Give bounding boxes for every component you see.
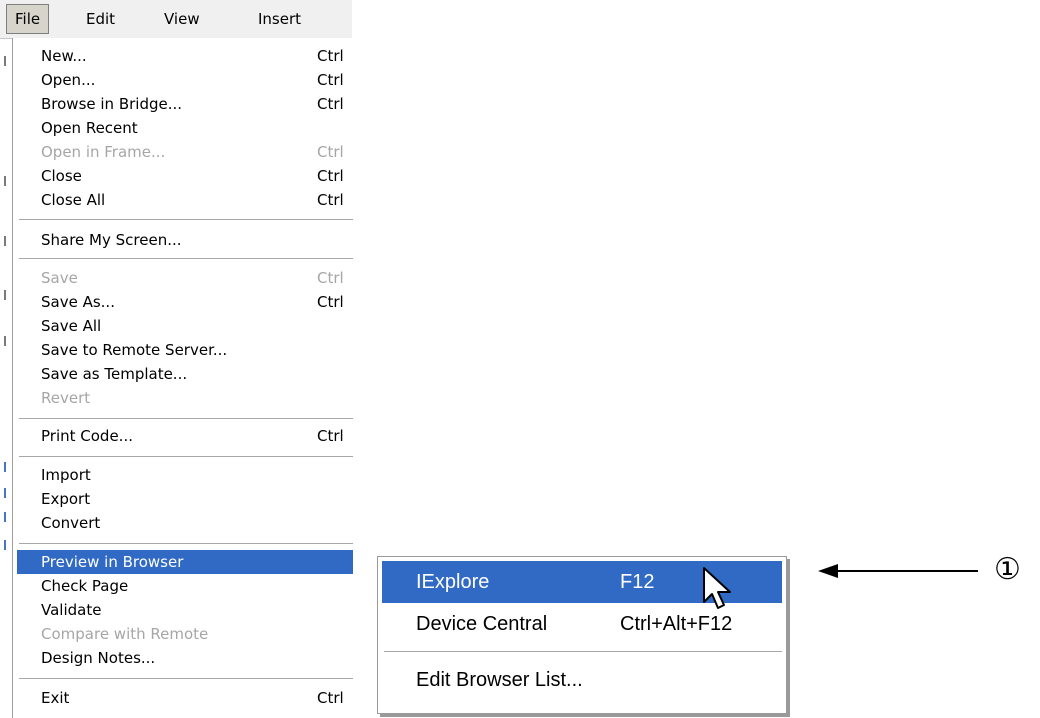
mouse-pointer-icon [703, 567, 731, 609]
callout-arrow-head-icon [818, 564, 838, 578]
menu-item-open-in-frame[interactable]: Open in Frame... Ctrl [17, 140, 353, 164]
menu-separator [19, 678, 353, 679]
menu-separator [19, 258, 353, 259]
menu-item-close[interactable]: Close Ctrl [17, 164, 353, 188]
menu-view[interactable]: View [156, 5, 208, 33]
menu-item-open[interactable]: Open... Ctrl [17, 68, 353, 92]
menu-item-save-all[interactable]: Save All [17, 314, 353, 338]
menu-item-close-all[interactable]: Close All Ctrl [17, 188, 353, 212]
menu-item-exit[interactable]: Exit Ctrl [17, 686, 353, 710]
submenu-item-edit-browser-list[interactable]: Edit Browser List... [382, 659, 782, 701]
menu-item-validate[interactable]: Validate [17, 598, 353, 622]
menu-item-export[interactable]: Export [17, 487, 353, 511]
background-gutter-mark [4, 336, 6, 346]
background-gutter-mark [4, 512, 6, 522]
menu-item-check-page[interactable]: Check Page [17, 574, 353, 598]
file-menu-dropdown: New... Ctrl Open... Ctrl Browse in Bridg… [12, 38, 353, 718]
background-gutter-mark [4, 176, 6, 186]
callout-number: ① [994, 552, 1021, 587]
menu-item-save[interactable]: Save Ctrl [17, 266, 353, 290]
menu-separator [19, 219, 353, 220]
menu-item-browse-in-bridge[interactable]: Browse in Bridge... Ctrl [17, 92, 353, 116]
menu-item-new[interactable]: New... Ctrl [17, 44, 353, 68]
menu-item-design-notes[interactable]: Design Notes... [17, 646, 353, 670]
menu-item-save-to-remote-server[interactable]: Save to Remote Server... [17, 338, 353, 362]
menu-item-revert[interactable]: Revert [17, 386, 353, 410]
menu-item-open-recent[interactable]: Open Recent [17, 116, 353, 140]
menu-separator [19, 543, 353, 544]
background-gutter-mark [4, 290, 6, 300]
submenu-separator [384, 651, 782, 652]
menu-separator [19, 456, 353, 457]
menu-item-preview-in-browser[interactable]: Preview in Browser [17, 550, 353, 574]
menu-item-convert[interactable]: Convert [17, 511, 353, 535]
menu-item-save-as[interactable]: Save As... Ctrl [17, 290, 353, 314]
menu-bar: File Edit View Insert [0, 0, 352, 39]
menu-item-share-my-screen[interactable]: Share My Screen... [17, 228, 353, 252]
callout-arrow-line [836, 570, 978, 572]
background-gutter-mark [4, 236, 6, 246]
menu-item-compare-with-remote[interactable]: Compare with Remote [17, 622, 353, 646]
menu-insert[interactable]: Insert [250, 5, 309, 33]
menu-item-save-as-template[interactable]: Save as Template... [17, 362, 353, 386]
background-gutter-mark [4, 488, 6, 498]
menu-edit[interactable]: Edit [78, 5, 123, 33]
background-gutter-mark [4, 462, 6, 472]
menu-item-import[interactable]: Import [17, 463, 353, 487]
menu-item-print-code[interactable]: Print Code... Ctrl [17, 424, 353, 448]
background-gutter-mark [4, 540, 6, 550]
menu-separator [19, 418, 353, 419]
menu-file[interactable]: File [6, 4, 50, 34]
background-gutter-mark [4, 56, 6, 66]
